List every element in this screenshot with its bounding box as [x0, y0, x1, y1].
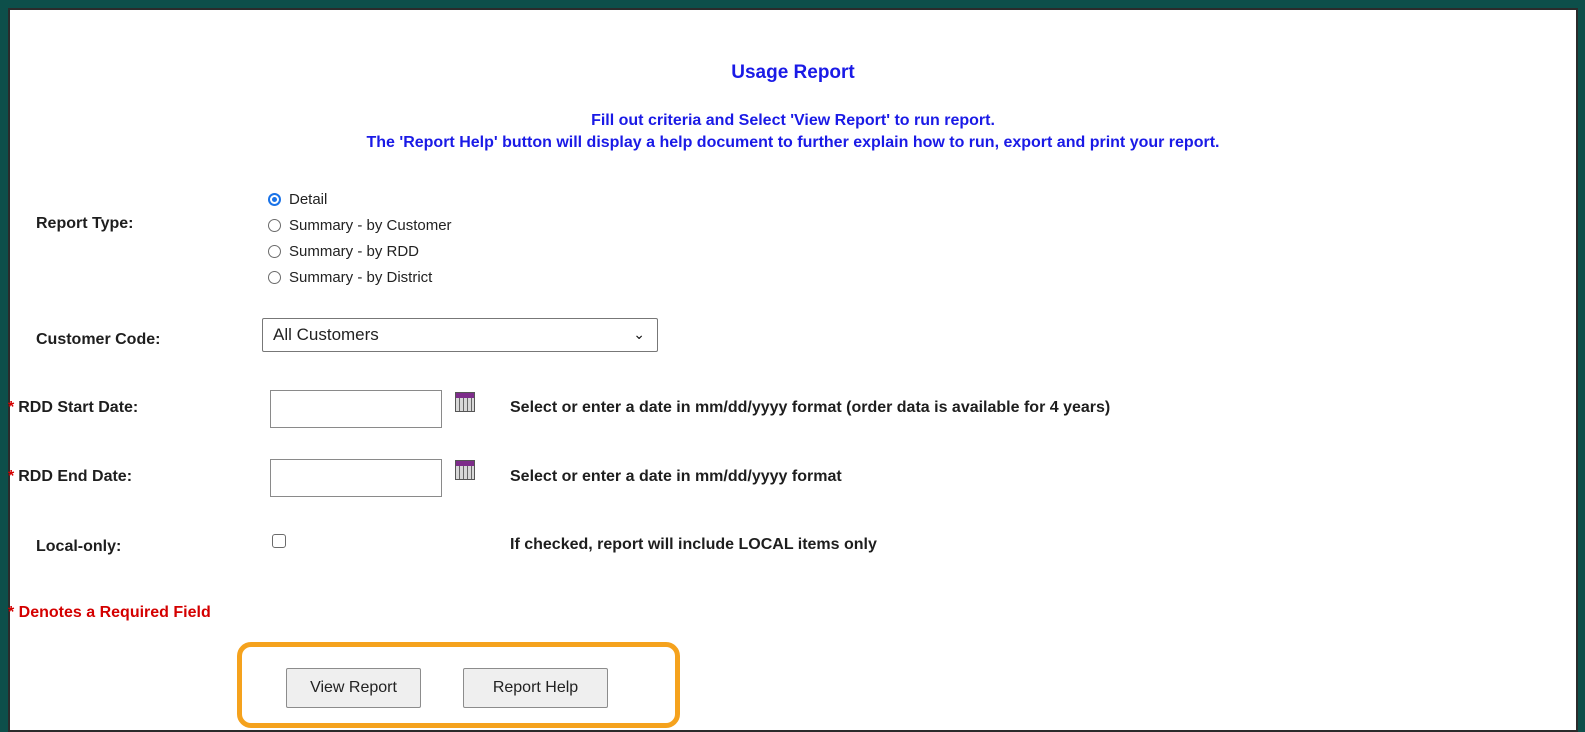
rdd-end-date-input[interactable] — [270, 459, 442, 497]
rdd-start-date-label: * RDD Start Date: — [8, 399, 138, 417]
customer-code-select[interactable]: All Customers ⌄ — [262, 318, 658, 352]
customer-code-value: All Customers — [273, 325, 379, 344]
report-help-button[interactable]: Report Help — [463, 668, 608, 708]
radio-label-summary-district: Summary - by District — [289, 268, 433, 286]
rdd-end-date-label: * RDD End Date: — [8, 468, 132, 486]
radio-option-detail[interactable]: Detail — [268, 186, 452, 212]
radio-label-detail: Detail — [289, 190, 328, 208]
calendar-icon[interactable] — [455, 392, 475, 412]
instructions-line-2: The 'Report Help' button will display a … — [366, 134, 1220, 151]
report-page: Usage Report Fill out criteria and Selec… — [8, 8, 1578, 732]
view-report-button[interactable]: View Report — [286, 668, 421, 708]
radio-label-summary-customer: Summary - by Customer — [289, 216, 452, 234]
radio-option-summary-rdd[interactable]: Summary - by RDD — [268, 238, 452, 264]
rdd-start-date-hint: Select or enter a date in mm/dd/yyyy for… — [510, 399, 1111, 416]
rdd-start-date-label-text: RDD Start Date: — [18, 399, 139, 416]
required-asterisk: * — [8, 399, 15, 416]
rdd-end-date-hint: Select or enter a date in mm/dd/yyyy for… — [510, 468, 842, 485]
radio-option-summary-district[interactable]: Summary - by District — [268, 264, 452, 290]
radio-option-summary-customer[interactable]: Summary - by Customer — [268, 212, 452, 238]
chevron-down-icon: ⌄ — [633, 326, 645, 342]
local-only-label: Local-only: — [36, 538, 122, 555]
rdd-start-date-input[interactable] — [270, 390, 442, 428]
radio-button-summary-rdd[interactable] — [268, 244, 281, 258]
radio-button-detail[interactable] — [268, 192, 281, 206]
radio-button-summary-customer[interactable] — [268, 218, 281, 232]
required-asterisk: * — [8, 468, 15, 485]
local-only-hint: If checked, report will include LOCAL it… — [510, 536, 877, 553]
customer-code-label: Customer Code: — [36, 331, 161, 348]
rdd-end-date-label-text: RDD End Date: — [18, 468, 133, 485]
page-title: Usage Report — [731, 62, 855, 83]
local-only-checkbox[interactable] — [272, 534, 286, 548]
report-type-label: Report Type: — [36, 215, 134, 232]
report-type-radio-group: Detail Summary - by Customer Summary - b… — [268, 186, 452, 290]
calendar-icon[interactable] — [455, 460, 475, 480]
instructions-line-1: Fill out criteria and Select 'View Repor… — [591, 112, 995, 129]
radio-button-summary-district[interactable] — [268, 270, 281, 284]
required-field-note: * Denotes a Required Field — [8, 604, 211, 621]
radio-label-summary-rdd: Summary - by RDD — [289, 242, 420, 260]
